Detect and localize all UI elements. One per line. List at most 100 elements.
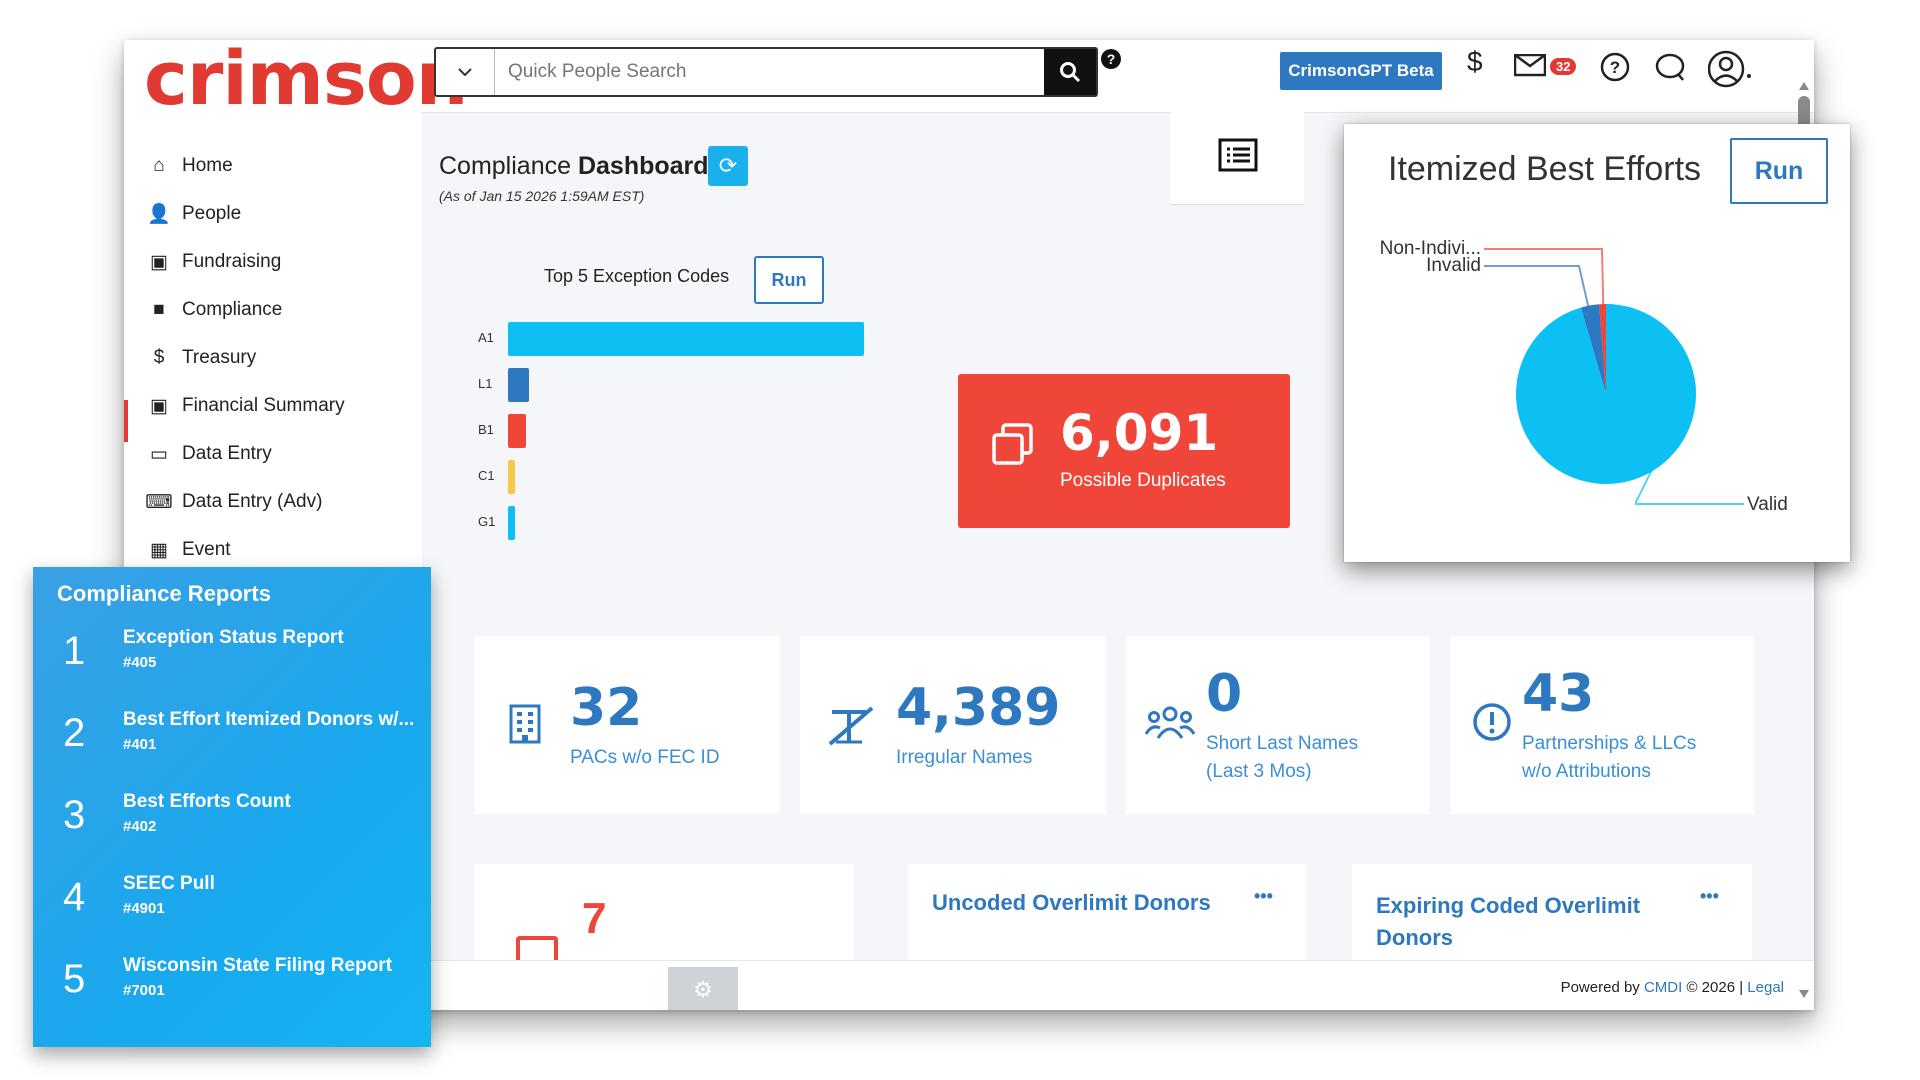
report-item[interactable]: 3 Best Efforts Count #402 [33, 791, 431, 873]
itemized-best-efforts-panel: Itemized Best Efforts Run Non-Indivi... I… [1344, 124, 1850, 562]
bar-c1[interactable] [508, 460, 516, 494]
pie-label-valid: Valid [1747, 494, 1788, 515]
cmdi-link[interactable]: CMDI [1644, 979, 1682, 996]
dollar-icon: $ [153, 347, 165, 368]
sidebar-item-home[interactable]: ⌂ Home [142, 146, 412, 186]
exception-codes-chart: A1 L1 B1 C1 G1 [422, 292, 864, 540]
sidebar-item-label: Treasury [182, 347, 257, 368]
reports-title: Compliance Reports [57, 581, 271, 606]
sidebar-item-label: Data Entry [182, 443, 272, 464]
short-last-names-value: 0 [1206, 664, 1243, 724]
sidebar-item-financial-summary[interactable]: ▣ Financial Summary [142, 386, 412, 426]
possible-duplicates-card[interactable]: 6,091 Possible Duplicates [958, 374, 1290, 528]
exceptions-chart-title: Top 5 Exception Codes [544, 266, 730, 286]
person-icon: 👤 [147, 204, 171, 225]
partial-value: 7 [582, 894, 607, 943]
calendar-icon: ▦ [150, 539, 168, 561]
mail-count-badge: 32 [1550, 58, 1577, 75]
bar-label-g1: G1 [478, 514, 496, 529]
sidebar-item-label: People [182, 203, 242, 224]
bar-a1[interactable] [508, 322, 864, 356]
home-icon: ⌂ [153, 155, 165, 176]
as-of-timestamp: (As of Jan 15 2026 1:59AM EST) [439, 188, 645, 204]
expiring-overlimit-title: Expiring Coded Overlimit Donors [1376, 893, 1641, 950]
report-item[interactable]: 1 Exception Status Report #405 [33, 627, 431, 709]
bar-label-l1: L1 [478, 376, 493, 391]
pie-slice-valid[interactable] [1516, 304, 1696, 484]
more-options-icon[interactable]: ••• [1700, 886, 1719, 907]
active-indicator [124, 400, 128, 442]
building-icon [509, 704, 541, 744]
sidebar-item-event[interactable]: ▦ Event [142, 530, 412, 570]
settings-tab[interactable]: ⚙ [668, 967, 738, 1010]
compliance-reports-panel: Compliance Reports 1 Exception Status Rep… [33, 567, 431, 1047]
list-icon [1218, 138, 1258, 172]
chat-icon[interactable] [1654, 52, 1686, 82]
uncoded-overlimit-title: Uncoded Overlimit Donors [932, 890, 1211, 915]
more-options-icon[interactable]: ••• [1254, 886, 1273, 907]
search-help-icon[interactable]: ? [1101, 49, 1121, 69]
help-icon[interactable]: ? [1600, 52, 1630, 82]
duplicates-value: 6,091 [1060, 404, 1219, 462]
legal-link[interactable]: Legal [1747, 979, 1784, 996]
irregular-names-label: Irregular Names [896, 747, 1033, 768]
sidebar-item-label: Home [182, 155, 233, 176]
crimson-logo[interactable]: crimson [144, 40, 468, 122]
alert-circle-icon [1473, 703, 1511, 741]
search-button[interactable] [1044, 49, 1096, 95]
sidebar-item-label: Compliance [182, 299, 283, 320]
user-icon[interactable] [1708, 50, 1752, 88]
chevron-down-icon [458, 68, 472, 77]
report-item[interactable]: 2 Best Effort Itemized Donors w/... #401 [33, 709, 431, 791]
refresh-button[interactable]: ⟳ [708, 146, 748, 186]
mail-icon[interactable] [1514, 54, 1546, 78]
refresh-icon: ⟳ [718, 153, 738, 178]
briefcase-icon: ■ [153, 299, 165, 320]
search-type-dropdown[interactable] [436, 49, 495, 95]
dollar-icon[interactable]: $ [1467, 46, 1483, 78]
quick-search [434, 47, 1098, 97]
bar-g1[interactable] [508, 506, 516, 540]
svg-text:?: ? [1610, 58, 1620, 77]
copy-icon [992, 423, 1033, 465]
irregular-names-value: 4,389 [896, 678, 1061, 738]
stat-card-short-last-names[interactable]: 0 Short Last Names (Last 3 Mos) [1126, 636, 1430, 814]
partial-icon [516, 936, 558, 960]
folder-icon: ▭ [150, 443, 168, 465]
money-icon: ▣ [150, 251, 168, 273]
keyboard-icon: ⌨ [145, 491, 173, 513]
bar-label-c1: C1 [478, 468, 495, 483]
pie-label-invalid: Invalid [1426, 255, 1481, 276]
search-input[interactable] [506, 55, 1010, 89]
footer: ⚙ Powered by CMDI © 2026 | Legal [422, 960, 1814, 1010]
gear-icon: ⚙ [693, 977, 713, 1002]
stat-card-pacs[interactable]: 32 PACs w/o FEC ID [474, 636, 780, 814]
pacs-label: PACs w/o FEC ID [570, 747, 720, 768]
powered-by: Powered by CMDI © 2026 | Legal [1560, 979, 1784, 996]
duplicates-label: Possible Duplicates [1060, 470, 1226, 491]
sidebar-item-treasury[interactable]: $ Treasury [142, 338, 412, 378]
sidebar-item-label: Financial Summary [182, 395, 345, 416]
sidebar-item-compliance[interactable]: ■ Compliance [142, 290, 412, 330]
top-bar: crimson ? CrimsonGPT Beta $ 32 ? [124, 40, 1814, 122]
sidebar-item-label: Event [182, 539, 231, 560]
scroll-up-arrow[interactable] [1799, 82, 1809, 90]
report-item[interactable]: 4 SEEC Pull #4901 [33, 873, 431, 955]
sidebar-item-fundraising[interactable]: ▣ Fundraising [142, 242, 412, 282]
list-view-tab[interactable] [1170, 112, 1304, 205]
stat-card-irregular-names[interactable]: 4,389 Irregular Names [800, 636, 1106, 814]
sidebar-item-people[interactable]: 👤 People [142, 194, 412, 234]
stat-card-partnerships[interactable]: 43 Partnerships & LLCs w/o Attributions [1450, 636, 1754, 814]
bar-l1[interactable] [508, 368, 530, 402]
money-icon: ▣ [150, 395, 168, 417]
crimsongpt-button[interactable]: CrimsonGPT Beta [1280, 52, 1442, 90]
report-item[interactable]: 5 Wisconsin State Filing Report #7001 [33, 955, 431, 1037]
sidebar-item-data-entry[interactable]: ▭ Data Entry [142, 434, 412, 474]
sidebar-item-label: Fundraising [182, 251, 282, 272]
best-efforts-pie-chart: Non-Indivi...InvalidValid [1380, 238, 1788, 515]
sidebar-item-data-entry-adv[interactable]: ⌨ Data Entry (Adv) [142, 482, 412, 522]
scroll-down-arrow[interactable] [1799, 990, 1809, 998]
sidebar-item-label: Data Entry (Adv) [182, 491, 323, 512]
partnerships-value: 43 [1522, 664, 1595, 724]
bar-b1[interactable] [508, 414, 526, 448]
